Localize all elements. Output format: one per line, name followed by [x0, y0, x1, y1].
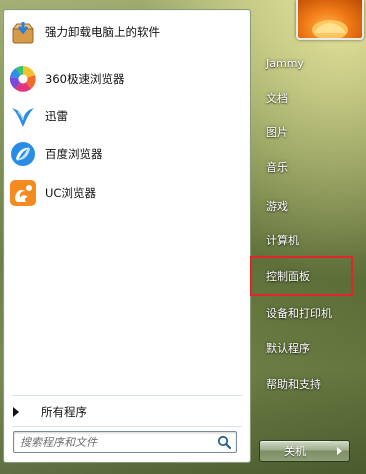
program-item-thunder[interactable]: 迅雷: [6, 98, 248, 134]
programs-panel: 强力卸载电脑上的软件 360极速浏览器 迅雷 百度浏览器 UC浏览器 所有程序 …: [3, 9, 251, 463]
right-item-label: 文档: [266, 92, 288, 105]
right-item-label: 帮助和支持: [266, 378, 321, 391]
right-item-label: 设备和打印机: [266, 307, 332, 320]
control-panel-highlight: [250, 256, 353, 296]
search-icon[interactable]: [216, 434, 232, 450]
360-browser-icon: [9, 65, 37, 93]
right-item-label: Jammy: [266, 56, 304, 70]
thunder-bird-icon: [9, 102, 37, 130]
right-item-games[interactable]: 游戏: [259, 193, 355, 219]
right-item-user[interactable]: Jammy: [259, 50, 355, 76]
program-item-baidu[interactable]: 百度浏览器: [6, 136, 248, 172]
right-item-label: 图片: [266, 126, 288, 139]
program-item-360[interactable]: 360极速浏览器: [6, 61, 248, 97]
right-item-label: 音乐: [266, 161, 288, 174]
shutdown-label: 关机: [284, 445, 306, 458]
program-item-uninstall[interactable]: 强力卸载电脑上的软件: [6, 14, 248, 50]
program-label: 百度浏览器: [45, 147, 103, 161]
shutdown-options-button[interactable]: [330, 440, 350, 462]
search-input[interactable]: [18, 434, 212, 451]
right-item-help-support[interactable]: 帮助和支持: [259, 371, 355, 397]
right-item-documents[interactable]: 文档: [259, 85, 355, 111]
right-item-devices-printers[interactable]: 设备和打印机: [259, 300, 355, 326]
divider: [12, 426, 242, 427]
program-label: 强力卸载电脑上的软件: [45, 25, 160, 39]
right-arrow-icon: [337, 447, 342, 455]
uninstall-box-icon: [9, 18, 37, 46]
user-avatar[interactable]: [296, 0, 364, 40]
all-programs-button[interactable]: 所有程序: [4, 402, 250, 422]
program-label: UC浏览器: [45, 186, 96, 200]
search-box[interactable]: [13, 431, 237, 453]
all-programs-label: 所有程序: [41, 405, 87, 419]
right-item-label: 默认程序: [266, 342, 310, 355]
right-item-label: 游戏: [266, 200, 288, 213]
right-item-computer[interactable]: 计算机: [259, 227, 355, 253]
right-item-label: 计算机: [266, 234, 299, 247]
right-arrow-icon: [13, 407, 19, 417]
right-item-music[interactable]: 音乐: [259, 154, 355, 180]
divider: [12, 395, 242, 396]
shutdown-button[interactable]: 关机: [259, 440, 331, 462]
program-item-uc[interactable]: UC浏览器: [6, 175, 248, 211]
right-item-default-programs[interactable]: 默认程序: [259, 335, 355, 361]
uc-browser-icon: [9, 179, 37, 207]
program-label: 迅雷: [45, 109, 68, 123]
baidu-browser-icon: [9, 140, 37, 168]
right-item-pictures[interactable]: 图片: [259, 119, 355, 145]
program-label: 360极速浏览器: [45, 72, 125, 86]
